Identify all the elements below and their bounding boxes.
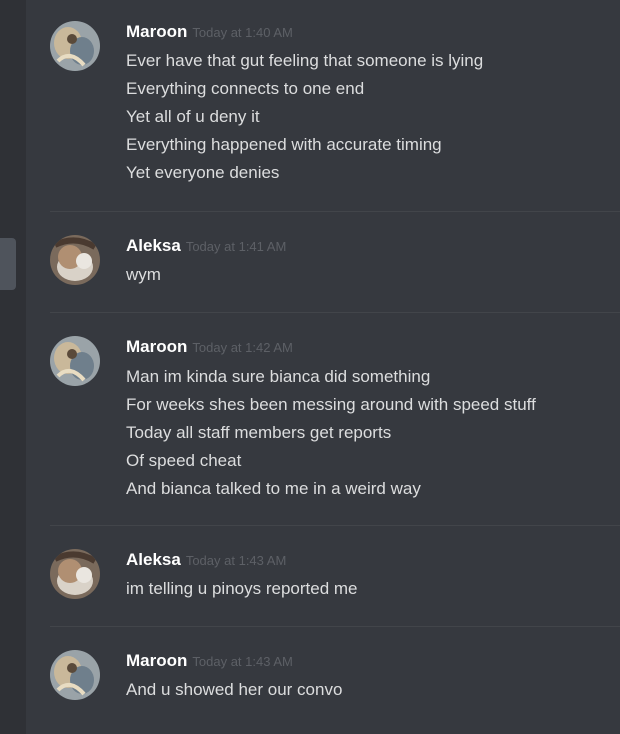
- username[interactable]: Maroon: [126, 651, 187, 670]
- message-line: And u showed her our convo: [126, 680, 343, 699]
- divider: [50, 211, 620, 212]
- message-line: Everything connects to one end: [126, 79, 365, 98]
- username[interactable]: Aleksa: [126, 550, 181, 569]
- avatar[interactable]: [50, 21, 100, 71]
- timestamp: Today at 1:43 AM: [185, 553, 287, 568]
- maroon-avatar-icon: [50, 650, 100, 700]
- avatar[interactable]: [50, 549, 100, 599]
- message-line: Today all staff members get reports: [126, 423, 392, 442]
- rail-scroll-indicator[interactable]: [0, 238, 16, 290]
- message-line: Of speed cheat: [126, 451, 242, 470]
- divider: [50, 312, 620, 313]
- timestamp: Today at 1:42 AM: [192, 340, 293, 355]
- divider: [50, 626, 620, 627]
- username[interactable]: Aleksa: [126, 236, 181, 255]
- aleksa-avatar-icon: [50, 549, 100, 599]
- message-line: Yet everyone denies: [126, 163, 280, 182]
- message-line: im telling u pinoys reported me: [126, 579, 358, 598]
- maroon-avatar-icon: [50, 21, 100, 71]
- message-line: Ever have that gut feeling that someone …: [126, 51, 484, 70]
- timestamp: Today at 1:43 AM: [192, 654, 293, 669]
- message-line: And bianca talked to me in a weird way: [126, 479, 421, 498]
- message-line: wym: [126, 265, 161, 284]
- timestamp: Today at 1:40 AM: [192, 25, 293, 40]
- username[interactable]: Maroon: [126, 337, 187, 356]
- message-list: Maroon Today at 1:40 AM Ever have that gu…: [26, 0, 620, 734]
- channel-rail: [0, 0, 26, 734]
- message-line: Everything happened with accurate timing: [126, 135, 442, 154]
- divider: [50, 525, 620, 526]
- avatar[interactable]: [50, 650, 100, 700]
- message-line: Man im kinda sure bianca did something: [126, 367, 431, 386]
- message-line: Yet all of u deny it: [126, 107, 260, 126]
- message-line: For weeks shes been messing around with …: [126, 395, 536, 414]
- timestamp: Today at 1:41 AM: [185, 239, 287, 254]
- avatar[interactable]: [50, 235, 100, 285]
- username[interactable]: Maroon: [126, 22, 187, 41]
- aleksa-avatar-icon: [50, 235, 100, 285]
- maroon-avatar-icon: [50, 336, 100, 386]
- avatar[interactable]: [50, 336, 100, 386]
